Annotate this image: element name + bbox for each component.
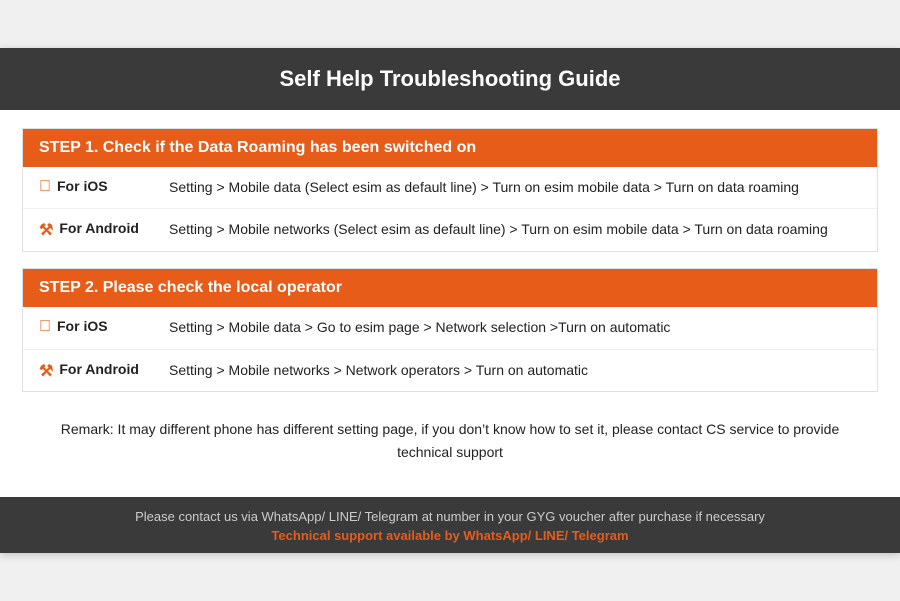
- step2-android-row: ⚒ For Android Setting > Mobile networks …: [23, 350, 877, 392]
- android-icon-2: ⚒: [39, 361, 53, 381]
- step1-heading: STEP 1. Check if the Data Roaming has be…: [39, 139, 476, 156]
- step2-android-text: Setting > Mobile networks > Network oper…: [169, 360, 861, 382]
- page-title: Self Help Troubleshooting Guide: [20, 66, 880, 92]
- step1-header: STEP 1. Check if the Data Roaming has be…: [23, 129, 877, 167]
- step1-rows:  For iOS Setting > Mobile data (Select …: [23, 167, 877, 251]
- step1-android-text: Setting > Mobile networks (Select esim a…: [169, 219, 861, 241]
- step2-ios-row:  For iOS Setting > Mobile data > Go to …: [23, 307, 877, 350]
- ios-icon: : [39, 178, 51, 196]
- main-card: Self Help Troubleshooting Guide STEP 1. …: [0, 48, 900, 554]
- step2-section: STEP 2. Please check the local operator …: [22, 268, 878, 392]
- main-content: STEP 1. Check if the Data Roaming has be…: [0, 110, 900, 498]
- step1-ios-text: Setting > Mobile data (Select esim as de…: [169, 177, 861, 199]
- footer-line1: Please contact us via WhatsApp/ LINE/ Te…: [20, 509, 880, 524]
- page-header: Self Help Troubleshooting Guide: [0, 48, 900, 110]
- step2-header: STEP 2. Please check the local operator: [23, 269, 877, 307]
- step1-android-label: ⚒ For Android: [39, 219, 169, 240]
- step1-android-row: ⚒ For Android Setting > Mobile networks …: [23, 209, 877, 251]
- remark-section: Remark: It may different phone has diffe…: [22, 408, 878, 479]
- step2-heading: STEP 2. Please check the local operator: [39, 279, 342, 296]
- step2-rows:  For iOS Setting > Mobile data > Go to …: [23, 307, 877, 391]
- footer: Please contact us via WhatsApp/ LINE/ Te…: [0, 497, 900, 553]
- step1-section: STEP 1. Check if the Data Roaming has be…: [22, 128, 878, 252]
- step1-ios-label:  For iOS: [39, 177, 169, 196]
- android-icon: ⚒: [39, 220, 53, 240]
- step2-ios-label:  For iOS: [39, 317, 169, 336]
- step2-ios-text: Setting > Mobile data > Go to esim page …: [169, 317, 861, 339]
- remark-text: Remark: It may different phone has diffe…: [61, 421, 839, 459]
- footer-line2: Technical support available by WhatsApp/…: [20, 528, 880, 543]
- step1-ios-row:  For iOS Setting > Mobile data (Select …: [23, 167, 877, 210]
- ios-icon-2: : [39, 318, 51, 336]
- step2-android-label: ⚒ For Android: [39, 360, 169, 381]
